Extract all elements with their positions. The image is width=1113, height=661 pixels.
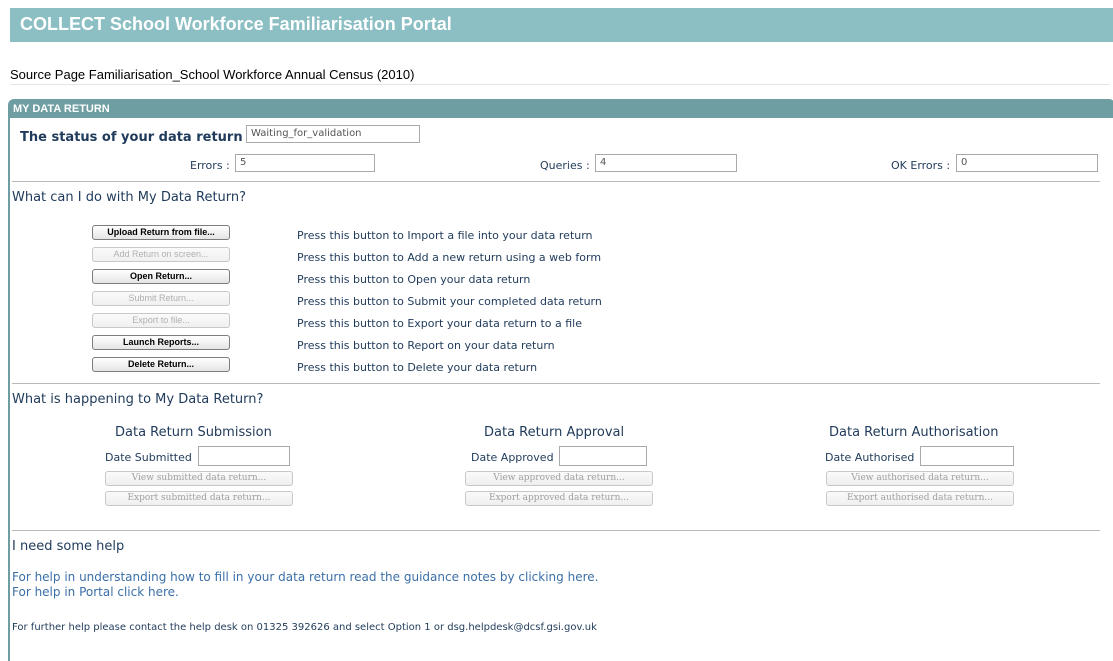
launch-reports-desc: Press this button to Report on your data… bbox=[297, 339, 555, 352]
view-approved-button[interactable]: View approved data return... bbox=[465, 471, 653, 486]
ok-errors-label: OK Errors : bbox=[891, 159, 951, 172]
submission-title: Data Return Submission bbox=[115, 425, 272, 440]
guidance-notes-link[interactable]: For help in understanding how to fill in… bbox=[12, 570, 598, 584]
my-data-return-panel: MY DATA RETURN The status of your data r… bbox=[8, 99, 1113, 661]
view-submitted-button[interactable]: View submitted data return... bbox=[105, 471, 293, 486]
export-file-desc: Press this button to Export your data re… bbox=[297, 317, 583, 330]
open-return-desc: Press this button to Open your data retu… bbox=[297, 273, 531, 286]
source-page-title: Source Page Familiarisation_School Workf… bbox=[10, 67, 415, 82]
divider bbox=[10, 84, 1110, 85]
submit-return-desc: Press this button to Submit your complet… bbox=[297, 295, 602, 308]
errors-field[interactable]: 5 bbox=[235, 154, 375, 172]
queries-field[interactable]: 4 bbox=[595, 154, 737, 172]
panel-title: MY DATA RETURN bbox=[13, 103, 110, 115]
view-authorised-button[interactable]: View authorised data return... bbox=[826, 471, 1014, 486]
date-authorised-field[interactable] bbox=[920, 446, 1014, 466]
authorisation-title: Data Return Authorisation bbox=[829, 425, 999, 440]
delete-return-button[interactable]: Delete Return... bbox=[92, 357, 230, 372]
submit-return-button[interactable]: Submit Return... bbox=[92, 291, 230, 306]
divider bbox=[12, 181, 1100, 182]
portal-banner: COLLECT School Workforce Familiarisation… bbox=[10, 8, 1113, 42]
actions-heading: What can I do with My Data Return? bbox=[12, 190, 247, 205]
progress-heading: What is happening to My Data Return? bbox=[12, 392, 264, 407]
upload-return-desc: Press this button to Import a file into … bbox=[297, 229, 593, 242]
status-label: The status of your data return : bbox=[20, 130, 253, 145]
launch-reports-button[interactable]: Launch Reports... bbox=[92, 335, 230, 350]
portal-help-link[interactable]: For help in Portal click here. bbox=[12, 585, 179, 599]
add-return-desc: Press this button to Add a new return us… bbox=[297, 251, 602, 264]
divider bbox=[12, 530, 1100, 531]
ok-errors-field[interactable]: 0 bbox=[956, 154, 1098, 172]
errors-label: Errors : bbox=[190, 159, 230, 172]
approval-title: Data Return Approval bbox=[484, 425, 625, 440]
help-desk-contact: For further help please contact the help… bbox=[12, 622, 597, 633]
date-submitted-field[interactable] bbox=[198, 446, 290, 466]
add-return-button[interactable]: Add Return on screen... bbox=[92, 247, 230, 262]
upload-return-button[interactable]: Upload Return from file... bbox=[92, 225, 230, 240]
date-authorised-label: Date Authorised bbox=[825, 451, 915, 464]
help-heading: I need some help bbox=[12, 539, 125, 554]
queries-label: Queries : bbox=[540, 159, 590, 172]
delete-return-desc: Press this button to Delete your data re… bbox=[297, 361, 538, 374]
date-submitted-label: Date Submitted bbox=[105, 451, 192, 464]
divider bbox=[12, 383, 1100, 384]
export-authorised-button[interactable]: Export authorised data return... bbox=[826, 491, 1014, 506]
status-field[interactable]: Waiting_for_validation bbox=[246, 125, 420, 143]
portal-title: COLLECT School Workforce Familiarisation… bbox=[20, 14, 452, 34]
date-approved-field[interactable] bbox=[559, 446, 647, 466]
export-file-button[interactable]: Export to file... bbox=[92, 313, 230, 328]
export-submitted-button[interactable]: Export submitted data return... bbox=[105, 491, 293, 506]
date-approved-label: Date Approved bbox=[471, 451, 554, 464]
open-return-button[interactable]: Open Return... bbox=[92, 269, 230, 284]
export-approved-button[interactable]: Export approved data return... bbox=[465, 491, 653, 506]
panel-header: MY DATA RETURN bbox=[10, 101, 1113, 118]
